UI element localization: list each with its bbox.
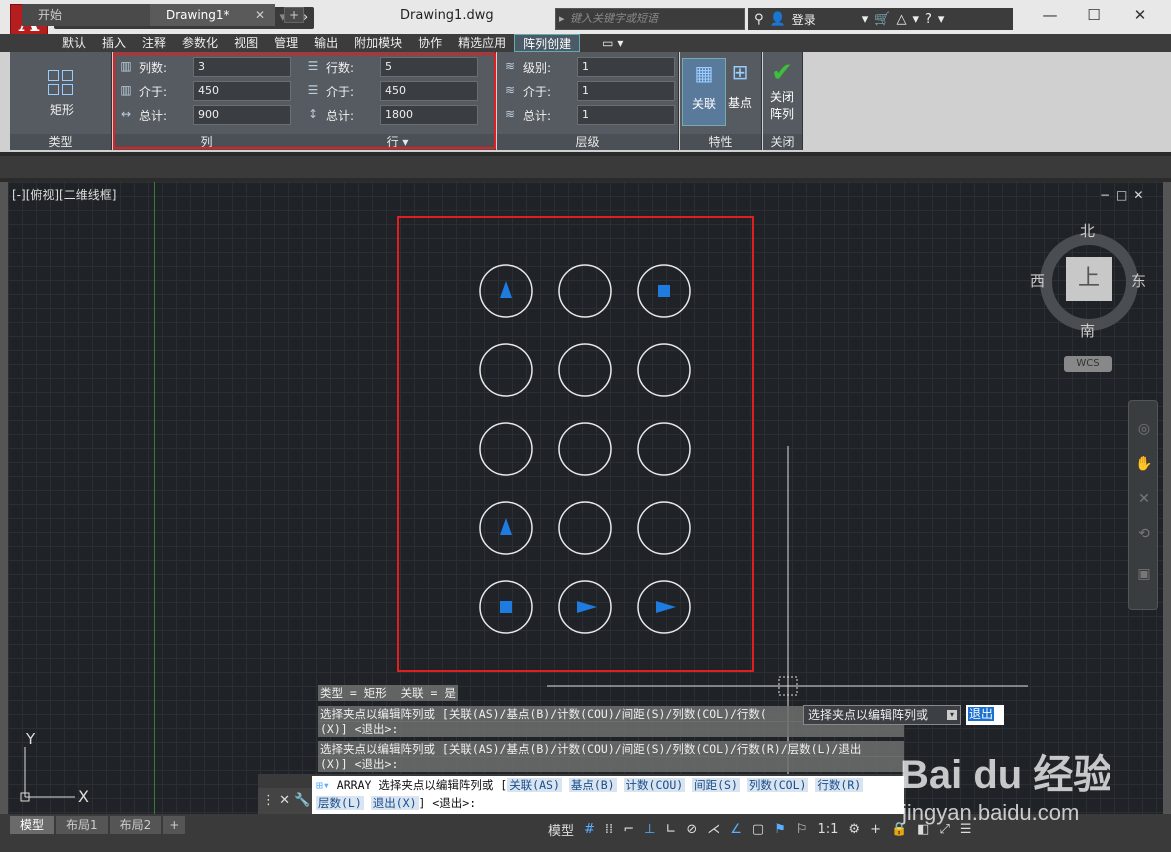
circle-array (479, 264, 691, 634)
command-prompt: ARRAY 选择夹点以编辑阵列或 [ (336, 778, 508, 792)
object-snap-tracking-icon[interactable]: ∠ (728, 822, 744, 837)
command-input[interactable]: ⊞▾ ARRAY 选择夹点以编辑阵列或 [关联(AS) 基点(B) 计数(COU… (312, 776, 904, 814)
baidu-watermark: Bai du 经验 jingyan.baidu.com (900, 753, 1110, 825)
triangle-right-grip-icon[interactable] (577, 601, 597, 613)
pan-icon[interactable]: ✋ (1135, 456, 1153, 472)
square-grip-icon[interactable] (500, 601, 512, 613)
triangle-right-grip-icon[interactable] (656, 601, 676, 613)
ucs-x-label: X (78, 787, 89, 806)
array-circle[interactable] (558, 422, 612, 476)
grid-icon[interactable]: # (582, 822, 597, 837)
array-circle[interactable] (558, 264, 612, 318)
array-highlight-rect (397, 216, 754, 672)
dynamic-input-icon[interactable]: ⊥ (642, 822, 657, 837)
array-circle[interactable] (637, 343, 691, 397)
tooltip-dropdown-icon[interactable]: ▾ (947, 710, 957, 720)
compass-west[interactable]: 西 (1030, 270, 1045, 291)
infer-icon[interactable]: ⌐ (621, 822, 636, 837)
close-icon[interactable]: ✕ (279, 793, 290, 808)
option-levels[interactable]: 层数(L) (316, 796, 364, 810)
command-line1: ⊞▾ ARRAY 选择夹点以编辑阵列或 [关联(AS) 基点(B) 计数(COU… (316, 776, 900, 794)
viewcube-top-face[interactable]: 上 (1066, 257, 1112, 301)
array-circle[interactable] (479, 343, 533, 397)
command-history-line: 选择夹点以编辑阵列或 [关联(AS)/基点(B)/计数(COU)/间距(S)/列… (318, 706, 804, 722)
tooltip-text: 选择夹点以编辑阵列或 (808, 708, 929, 722)
wrench-icon[interactable]: 🔧 (294, 793, 310, 808)
command-suffix: ] <退出>: (418, 796, 477, 810)
array-circle[interactable] (637, 422, 691, 476)
ortho-icon[interactable]: ∟ (663, 822, 678, 837)
command-line-handle[interactable]: ⋮ ✕ 🔧 (258, 788, 312, 814)
orbit-icon[interactable]: ⟲ (1135, 526, 1153, 542)
viewcube[interactable]: 上 北 南 东 西 (1030, 222, 1146, 340)
navigation-bar: ◎ ✋ ✕ ⟲ ▣ (1128, 400, 1158, 610)
tab-model[interactable]: 模型 (10, 816, 55, 834)
polar-icon[interactable]: ⊘ (684, 822, 699, 837)
zoom-icon[interactable]: ✕ (1135, 491, 1153, 507)
object-snap-icon[interactable]: ▢ (750, 822, 766, 837)
watermark-url: jingyan.baidu.com (901, 800, 1079, 825)
option-basepoint[interactable]: 基点(B) (568, 778, 617, 792)
tab-layout2[interactable]: 布局2 (109, 816, 162, 834)
showmotion-icon[interactable]: ▣ (1135, 566, 1153, 582)
command-icon: ⊞▾ (316, 778, 330, 792)
compass-east[interactable]: 东 (1131, 270, 1146, 291)
model-space-button[interactable]: 模型 (546, 820, 576, 839)
option-associative[interactable]: 关联(AS) (507, 778, 562, 792)
array-circle[interactable] (558, 501, 612, 555)
add-layout-icon[interactable]: + (163, 816, 186, 834)
triangle-up-grip-icon[interactable] (500, 281, 512, 298)
gear-icon[interactable]: ⚙ (846, 822, 862, 837)
tab-layout1[interactable]: 布局1 (56, 816, 108, 834)
option-columns[interactable]: 列数(COL) (746, 778, 809, 792)
option-spacing[interactable]: 间距(S) (692, 778, 740, 792)
annotation-visibility-icon[interactable]: ⚑ (772, 822, 788, 837)
ucs-y-label: Y (25, 730, 36, 748)
auto-scale-icon[interactable]: ⚐ (794, 822, 810, 837)
compass-south[interactable]: 南 (1080, 320, 1095, 341)
steering-wheel-icon[interactable]: ◎ (1135, 421, 1153, 437)
exit-option-text: 退出 (968, 707, 995, 721)
array-circle[interactable] (479, 422, 533, 476)
square-grip-icon[interactable] (658, 285, 670, 297)
watermark-brand: Bai du 经验 (900, 753, 1110, 797)
option-exit[interactable]: 退出(X) (370, 796, 419, 810)
wcs-menu-button[interactable]: WCS (1064, 356, 1112, 372)
dynamic-input-tooltip: 选择夹点以编辑阵列或 ▾ (803, 705, 961, 725)
exit-option-input[interactable]: 退出 (966, 705, 1004, 725)
command-history-line: (X)] <退出>: (318, 756, 904, 772)
layout-tabs: 模型 布局1 布局2 + (10, 816, 186, 834)
compass-north[interactable]: 北 (1080, 220, 1095, 241)
ucs-icon: Y X (20, 730, 89, 806)
array-circle[interactable] (637, 501, 691, 555)
option-count[interactable]: 计数(COU) (623, 778, 686, 792)
command-history-line: 类型 = 矩形 关联 = 是 (318, 685, 458, 701)
command-line2: 层数(L) 退出(X)] <退出>: (316, 794, 900, 812)
triangle-up-grip-icon[interactable] (500, 518, 512, 535)
isodraft-icon[interactable]: ⋌ (705, 822, 722, 837)
command-history-line: 选择夹点以编辑阵列或 [关联(AS)/基点(B)/计数(COU)/间距(S)/列… (318, 741, 904, 757)
option-rows[interactable]: 行数(R) (815, 778, 864, 792)
array-circle[interactable] (558, 343, 612, 397)
annotation-scale-label[interactable]: 1:1 (816, 822, 841, 837)
plus-icon[interactable]: + (868, 822, 883, 837)
snap-icon[interactable]: ⁞⁞ (603, 822, 615, 837)
